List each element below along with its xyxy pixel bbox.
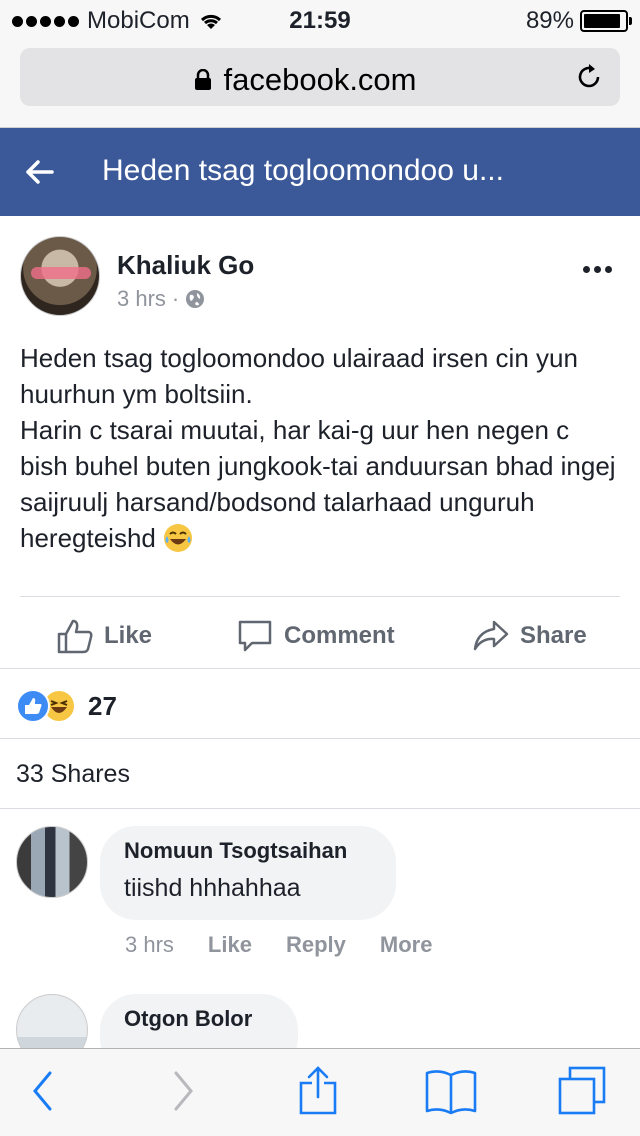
- share-label: Share: [520, 622, 587, 649]
- comment-actions: 3 hrs Like Reply More: [125, 932, 432, 958]
- avatar[interactable]: [20, 236, 100, 316]
- avatar[interactable]: [16, 826, 88, 898]
- comment-icon: [238, 620, 272, 652]
- comment-author[interactable]: Otgon Bolor: [124, 1006, 274, 1032]
- forward-icon[interactable]: [170, 1069, 196, 1113]
- post-text-line: Heden tsag togloomondoo ulairaad irsen c…: [20, 343, 578, 409]
- comment-text: tiishd hhhahhaa: [124, 874, 301, 902]
- divider: [0, 668, 640, 669]
- browser-toolbar: [0, 1048, 640, 1136]
- share-arrow-icon: [473, 620, 509, 651]
- status-bar: MobiCom 21:59 89%: [0, 0, 640, 40]
- bookmarks-icon[interactable]: [424, 1067, 478, 1115]
- meta-separator: ·: [171, 286, 180, 311]
- post-text: Heden tsag togloomondoo ulairaad irsen c…: [20, 340, 620, 556]
- page-title: Heden tsag togloomondoo u...: [102, 154, 504, 187]
- comment-label: Comment: [284, 622, 395, 649]
- tears-of-joy-emoji-icon: [164, 524, 193, 552]
- comment-like-button[interactable]: Like: [208, 932, 252, 958]
- reload-icon[interactable]: [574, 62, 604, 92]
- post-text-line: Harin c tsarai muutai, har kai-g uur hen…: [20, 415, 616, 553]
- url-text: facebook.com: [223, 62, 417, 97]
- comment-author[interactable]: Nomuun Tsogtsaihan: [124, 838, 372, 864]
- reactions-summary[interactable]: 27: [16, 686, 117, 726]
- comment-reply-button[interactable]: Reply: [286, 932, 346, 958]
- post-meta: 3 hrs ·: [117, 286, 205, 312]
- comment-bubble: Nomuun Tsogtsaihan tiishd hhhahhaa: [100, 826, 396, 920]
- share-icon[interactable]: [298, 1065, 338, 1117]
- reaction-count: 27: [88, 690, 117, 721]
- like-reaction-icon: [16, 689, 50, 723]
- comment-time: 3 hrs: [125, 932, 174, 957]
- like-button[interactable]: Like: [56, 606, 152, 666]
- shares-count[interactable]: 33 Shares: [16, 760, 130, 789]
- back-arrow-icon[interactable]: [22, 154, 58, 190]
- divider: [0, 808, 640, 809]
- post-time[interactable]: 3 hrs: [117, 286, 166, 312]
- battery-percent: 89%: [525, 7, 574, 34]
- back-icon[interactable]: [30, 1069, 56, 1113]
- tabs-icon[interactable]: [556, 1065, 608, 1117]
- share-button[interactable]: Share: [472, 606, 587, 666]
- post-actions: Like Comment Share: [0, 606, 640, 666]
- address-bar[interactable]: facebook.com: [20, 48, 620, 106]
- page-header: Heden tsag togloomondoo u...: [0, 128, 640, 216]
- divider: [20, 596, 620, 597]
- post-author[interactable]: Khaliuk Go: [117, 250, 254, 281]
- like-label: Like: [104, 622, 153, 649]
- globe-icon: [186, 290, 205, 308]
- battery-icon: [580, 10, 632, 32]
- divider: [0, 738, 640, 739]
- more-options-icon[interactable]: [583, 266, 612, 273]
- comment-more-button[interactable]: More: [380, 932, 433, 958]
- browser-chrome: facebook.com: [0, 40, 640, 128]
- thumbs-up-icon: [57, 619, 93, 654]
